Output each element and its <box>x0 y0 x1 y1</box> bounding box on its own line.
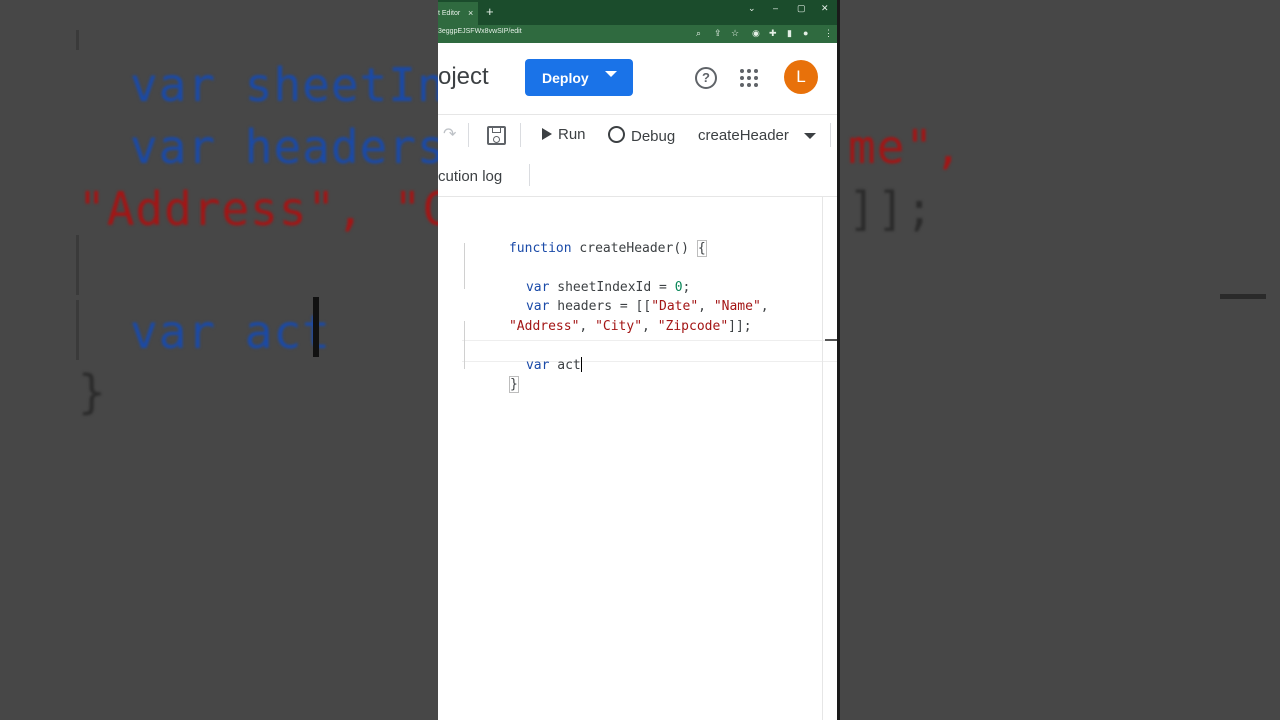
tab-search-icon[interactable]: ⌄ <box>748 3 756 14</box>
code-line: } <box>462 362 519 407</box>
puzzle-icon[interactable]: ✚ <box>769 28 777 39</box>
code-token: act <box>549 358 581 373</box>
code-token: "Zipcode" <box>657 319 729 334</box>
execution-log-row: cution log <box>438 156 838 197</box>
redo-icon[interactable]: ↷ <box>443 124 456 144</box>
help-icon[interactable]: ? <box>695 67 717 89</box>
project-title[interactable]: oject <box>438 63 489 91</box>
new-tab-icon[interactable]: + <box>486 4 494 19</box>
app-header: oject Deploy ? L <box>438 43 838 115</box>
deploy-button[interactable]: Deploy <box>525 59 633 96</box>
code-token: ]]; <box>728 319 752 334</box>
deploy-label: Deploy <box>542 70 589 86</box>
apps-grid-icon[interactable] <box>740 69 758 87</box>
avatar[interactable]: L <box>784 60 818 94</box>
chevron-down-icon[interactable] <box>804 133 816 139</box>
code-token: , <box>579 319 596 334</box>
minimize-icon[interactable]: – <box>773 3 778 13</box>
code-editor[interactable]: function createHeader() { var sheetIndex… <box>438 197 838 720</box>
code-token: createHeader() <box>571 241 697 256</box>
code-token: "City" <box>595 319 643 334</box>
address-bar[interactable]: 3eggpEJSFWx8vwSIP/edit ⌕ ⇪ ☆ ◉ ✚ ▮ ● ⋮ <box>438 25 838 43</box>
debug-label: Debug <box>631 128 676 145</box>
divider <box>830 123 831 147</box>
url-text[interactable]: 3eggpEJSFWx8vwSIP/edit <box>438 28 522 35</box>
browser-tab[interactable]: t Editor × <box>438 2 478 25</box>
browser-tab-strip: t Editor × + ⌄ – ▢ ✕ <box>438 0 838 25</box>
sidepanel-icon[interactable]: ▮ <box>787 28 792 39</box>
execution-log-button[interactable]: cution log <box>438 168 502 185</box>
bookmark-star-icon[interactable]: ☆ <box>731 28 739 39</box>
backdrop-right <box>838 0 1280 720</box>
code-token: { <box>696 240 707 257</box>
backdrop-code-line: } <box>78 365 107 419</box>
phone-screen: t Editor × + ⌄ – ▢ ✕ 3eggpEJSFWx8vwSIP/e… <box>438 0 838 720</box>
tab-title: t Editor <box>438 10 461 17</box>
editor-scrollbar[interactable] <box>822 197 838 720</box>
debug-icon <box>608 126 625 143</box>
function-select[interactable]: createHeader <box>698 127 789 144</box>
backdrop-code-line: "Address", "Ci <box>78 182 480 236</box>
backdrop-guide <box>76 300 79 360</box>
debug-button[interactable]: Debug <box>608 126 675 145</box>
save-icon[interactable] <box>487 126 506 145</box>
extension-icon[interactable]: ◉ <box>752 28 760 39</box>
backdrop-guide <box>76 235 79 295</box>
code-token: "Address" <box>508 319 580 334</box>
backdrop-scroll-mark <box>1220 294 1266 299</box>
play-icon <box>542 128 552 140</box>
maximize-icon[interactable]: ▢ <box>797 3 806 14</box>
tab-close-icon[interactable]: × <box>468 2 473 25</box>
share-icon[interactable]: ⇪ <box>714 28 722 39</box>
code-token: , <box>642 319 658 334</box>
backdrop-code-fragment: me", <box>848 120 963 174</box>
phone-frame-edge <box>837 0 840 720</box>
divider <box>468 123 469 147</box>
backdrop-code-fragment: ]]; <box>848 182 935 236</box>
code-token: function <box>508 241 572 256</box>
profile-icon[interactable]: ● <box>803 28 808 38</box>
close-window-icon[interactable]: ✕ <box>821 3 829 14</box>
backdrop-guide <box>76 30 79 50</box>
backdrop-cursor <box>313 297 319 357</box>
browser-menu-icon[interactable]: ⋮ <box>824 28 833 39</box>
backdrop-code-line: var sheetInd <box>130 58 475 112</box>
text-cursor <box>580 357 583 372</box>
backdrop-code-line: var headers <box>130 120 446 174</box>
run-label: Run <box>558 126 586 143</box>
divider <box>529 164 530 186</box>
zoom-icon[interactable]: ⌕ <box>696 28 701 39</box>
code-token: , <box>760 299 769 314</box>
code-token: var <box>525 358 550 373</box>
editor-toolbar: ↷ Run Debug createHeader <box>438 115 838 155</box>
backdrop-code-line: var act <box>130 305 331 359</box>
divider <box>520 123 521 147</box>
run-button[interactable]: Run <box>542 126 586 143</box>
chevron-down-icon <box>605 71 617 77</box>
code-token: } <box>508 376 519 393</box>
